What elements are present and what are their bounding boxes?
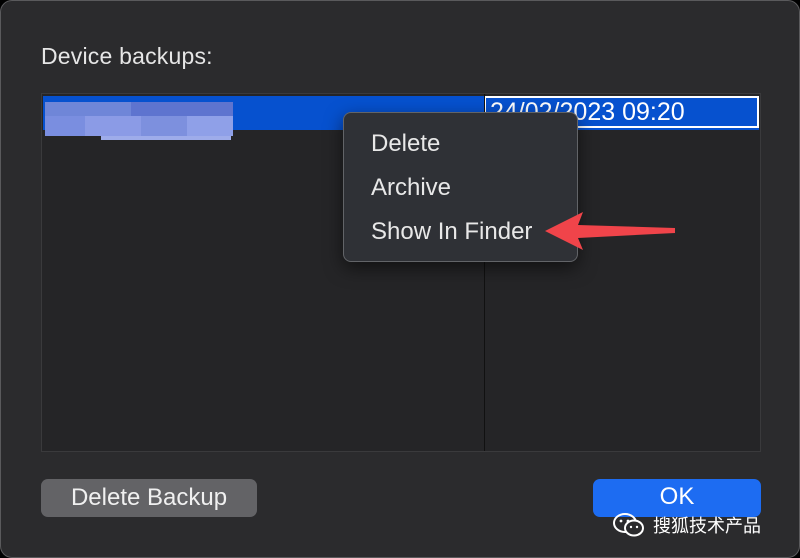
watermark-text: 搜狐技术产品: [653, 516, 761, 537]
backups-dialog: Device backups: 24/02/2023 09:20 Delete …: [0, 0, 800, 558]
menu-item-show-in-finder[interactable]: Show In Finder: [371, 218, 532, 246]
watermark: 搜狐技术产品: [613, 508, 761, 542]
menu-item-delete[interactable]: Delete: [371, 130, 440, 158]
annotation-arrow-icon: [545, 212, 675, 250]
device-name-cell-blurred[interactable]: [45, 102, 233, 140]
dialog-title: Device backups:: [41, 43, 213, 69]
delete-backup-button[interactable]: Delete Backup: [41, 479, 257, 517]
wechat-icon: [613, 513, 644, 537]
menu-item-archive[interactable]: Archive: [371, 174, 451, 202]
